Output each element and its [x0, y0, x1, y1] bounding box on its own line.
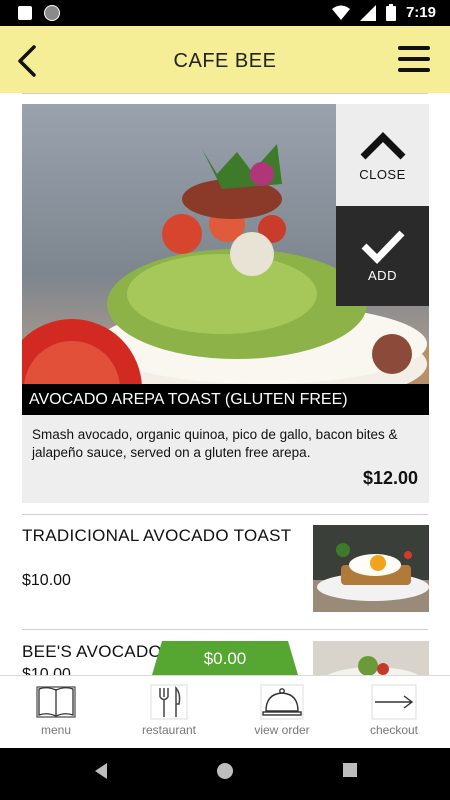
- battery-icon: [385, 4, 396, 21]
- featured-menu-item: AVOCADO AREPA TOAST (GLUTEN FREE) CLOSE …: [22, 104, 429, 503]
- wifi-icon: [331, 5, 350, 20]
- tab-checkout[interactable]: checkout: [338, 676, 450, 749]
- sync-icon: [44, 5, 60, 21]
- tab-label: view order: [254, 723, 310, 737]
- nav-back-icon[interactable]: [93, 762, 109, 780]
- add-button[interactable]: ADD: [336, 206, 429, 306]
- close-button[interactable]: CLOSE: [336, 104, 429, 206]
- menu-item[interactable]: TRADICIONAL AVOCADO TOAST $10.00: [22, 525, 429, 615]
- menu-item-name: TRADICIONAL AVOCADO TOAST: [22, 526, 292, 545]
- featured-item-description: Smash avocado, organic quinoa, pico de g…: [32, 427, 398, 460]
- menu-item-photo: [313, 641, 429, 675]
- arrow-right-icon: [371, 684, 417, 720]
- menu-item-price: $10.00: [22, 666, 71, 675]
- page-title: CAFE BEE: [173, 50, 277, 72]
- divider: [22, 514, 428, 515]
- sd-card-icon: [18, 6, 32, 20]
- divider: [22, 629, 428, 630]
- nav-home-icon[interactable]: [216, 762, 234, 780]
- tab-label: restaurant: [141, 723, 197, 737]
- bottom-tab-bar: menu restaurant view order checkout: [0, 675, 450, 749]
- cart-total-button[interactable]: $0.00: [152, 641, 298, 675]
- checkmark-icon: [361, 230, 405, 264]
- tab-label: checkout: [369, 723, 419, 737]
- featured-item-name: AVOCADO AREPA TOAST (GLUTEN FREE): [22, 384, 429, 415]
- add-label: ADD: [368, 268, 397, 283]
- tab-restaurant[interactable]: restaurant: [113, 676, 225, 749]
- book-icon: [36, 686, 76, 718]
- system-nav-bar: [0, 748, 450, 800]
- menu-list[interactable]: AVOCADO AREPA TOAST (GLUTEN FREE) CLOSE …: [0, 93, 450, 675]
- tab-view-order[interactable]: view order: [226, 676, 338, 749]
- menu-item-price: $10.00: [22, 572, 71, 589]
- fork-knife-icon: [150, 684, 188, 720]
- close-label: CLOSE: [359, 167, 406, 182]
- nav-recents-icon[interactable]: [342, 762, 358, 778]
- hamburger-menu-icon: [398, 46, 430, 50]
- cell-signal-icon: [359, 4, 376, 21]
- status-bar: 7:19: [0, 0, 450, 26]
- tab-label: menu: [40, 723, 72, 737]
- divider: [22, 93, 428, 94]
- menu-item-photo: [313, 525, 429, 612]
- chevron-up-icon: [360, 132, 406, 160]
- cloche-icon: [260, 684, 304, 720]
- featured-item-price: $12.00: [362, 468, 418, 488]
- app-header: CAFE BEE: [0, 26, 450, 93]
- menu-button[interactable]: [398, 46, 430, 72]
- tab-menu[interactable]: menu: [0, 676, 112, 749]
- status-time: 7:19: [405, 4, 436, 21]
